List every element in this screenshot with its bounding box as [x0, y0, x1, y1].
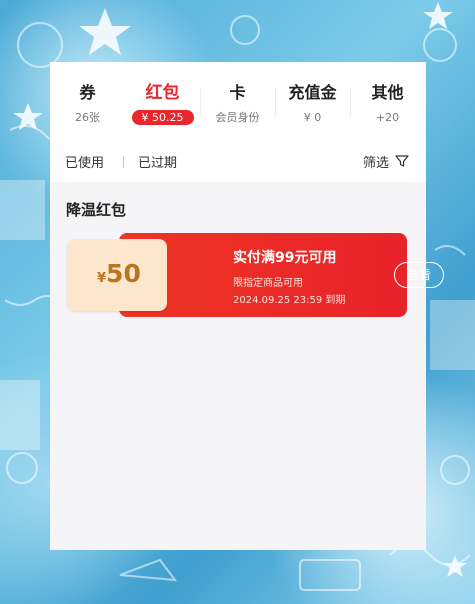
tab-recharge-balance: ¥ 0 — [303, 111, 322, 124]
tab-coupons-label: 券 — [79, 83, 96, 102]
coupon-expiry: 2024.09.25 23:59 到期 — [233, 295, 346, 306]
amount-value: 50 — [106, 259, 141, 288]
tab-other[interactable]: 其他 +20 — [350, 80, 425, 130]
tab-cards-sub: 会员身份 — [215, 111, 260, 124]
funnel-icon[interactable] — [395, 154, 409, 168]
currency-symbol: ¥ — [97, 271, 107, 286]
tab-cards[interactable]: 卡 会员身份 — [200, 80, 275, 130]
tab-red-packets-balance: ¥ 50.25 — [131, 110, 194, 125]
tab-red-packets-label: 红包 — [145, 83, 180, 103]
coupon-scope: 限指定商品可用 — [233, 278, 303, 289]
view-button[interactable]: 查看 — [394, 262, 444, 288]
filter-divider — [123, 156, 124, 168]
filter-button[interactable]: 筛选 — [363, 152, 389, 171]
tab-other-label: 其他 — [371, 83, 404, 102]
tab-coupons[interactable]: 券 26张 — [50, 80, 125, 130]
coupon-condition: 实付满99元可用 — [233, 250, 337, 266]
tab-cards-label: 卡 — [229, 83, 246, 102]
used-filter[interactable]: 已使用 — [65, 152, 104, 171]
tab-coupons-count: 26张 — [75, 111, 100, 124]
red-packet-coupon[interactable]: 实付满99元可用 限指定商品可用 2024.09.25 23:59 到期 查看 … — [67, 233, 444, 317]
tab-recharge-label: 充值金 — [288, 83, 337, 102]
expired-filter[interactable]: 已过期 — [138, 152, 177, 171]
coupon-amount: ¥50 — [97, 259, 141, 288]
section-title: 降温红包 — [66, 201, 127, 219]
tab-recharge[interactable]: 充值金 ¥ 0 — [275, 80, 350, 130]
tab-other-count: +20 — [375, 111, 400, 124]
filter-row: 已使用 已过期 筛选 — [50, 142, 426, 182]
coupon-amount-panel: ¥50 — [67, 239, 167, 311]
tab-red-packets[interactable]: 红包 ¥ 50.25 — [125, 80, 200, 130]
wallet-tab-bar: 券 26张 红包 ¥ 50.25 卡 会员身份 充值金 ¥ 0 其他 +20 — [50, 62, 426, 142]
coupon-wallet-panel: 券 26张 红包 ¥ 50.25 卡 会员身份 充值金 ¥ 0 其他 +20 已… — [50, 62, 444, 550]
